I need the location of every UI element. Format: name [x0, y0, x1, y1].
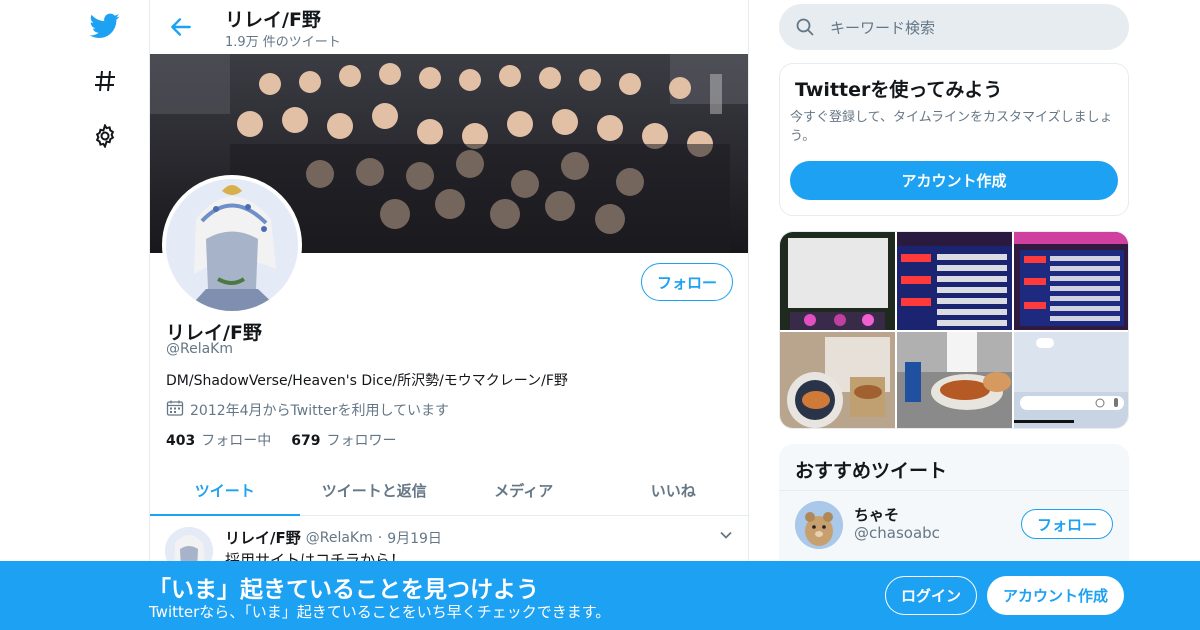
following-link[interactable]: 403 フォロー中 — [166, 430, 271, 450]
media-thumb[interactable] — [780, 232, 895, 330]
recommended-name[interactable]: ちゃそ — [854, 504, 899, 525]
chevron-down-icon[interactable] — [718, 527, 734, 543]
recommended-title: おすすめツイート — [795, 460, 948, 482]
profile-tabs: ツイート ツイートと返信 メディア いいね — [150, 466, 748, 516]
recommended-handle[interactable]: @chasoabc — [854, 524, 940, 542]
media-thumb[interactable] — [1014, 332, 1128, 428]
bottom-signup-bar: 「いま」起きていることを見つけよう Twitterなら、「いま」起きていることを… — [0, 561, 1200, 630]
tab-media[interactable]: メディア — [449, 466, 599, 515]
following-label: フォロー中 — [201, 433, 272, 449]
followers-link[interactable]: 679 フォロワー — [291, 430, 396, 450]
profile-avatar[interactable] — [162, 175, 302, 315]
signup-card: Twitterを使ってみよう 今すぐ登録して、タイムラインをカスタマイズしましょ… — [779, 63, 1129, 216]
followers-count: 679 — [291, 433, 321, 449]
followers-label: フォロワー — [326, 433, 397, 449]
calendar-icon — [166, 399, 184, 421]
recommended-avatar[interactable] — [795, 501, 843, 549]
tweet-author-handle[interactable]: @RelaKm — [306, 530, 373, 546]
back-arrow-icon[interactable] — [168, 14, 194, 40]
tab-tweets-replies[interactable]: ツイートと返信 — [300, 466, 450, 515]
profile-handle: @RelaKm — [166, 341, 233, 357]
tweet-dot: · — [377, 529, 383, 546]
search-box[interactable]: キーワード検索 — [779, 4, 1129, 50]
tab-tweets[interactable]: ツイート — [150, 466, 300, 516]
media-thumb[interactable] — [897, 332, 1012, 428]
tweet-header: リレイ/F野 @RelaKm · 9月19日 — [225, 527, 442, 548]
gear-icon[interactable] — [90, 121, 120, 151]
main-column: リレイ/F野 1.9万 件のツイート フォロー リレイ/F野 @RelaKm D… — [149, 0, 749, 630]
profile-bio: DM/ShadowVerse/Heaven's Dice/所沢勢/モウマクレーン… — [166, 373, 568, 389]
tab-likes[interactable]: いいね — [599, 466, 749, 515]
tweet-count: 1.9万 件のツイート — [225, 35, 341, 50]
joined-text: 2012年4月からTwitterを利用しています — [190, 403, 450, 419]
hashtag-icon[interactable] — [90, 66, 120, 96]
recommended-follow-button[interactable]: フォロー — [1021, 509, 1113, 539]
media-thumb[interactable] — [1014, 232, 1128, 330]
login-button[interactable]: ログイン — [885, 576, 977, 615]
signup-card-description: 今すぐ登録して、タイムラインをカスタマイズしましょう。 — [790, 110, 1113, 144]
create-account-button[interactable]: アカウント作成 — [790, 161, 1118, 200]
bottom-bar-title: 「いま」起きていることを見つけよう — [148, 577, 539, 603]
search-placeholder: キーワード検索 — [830, 19, 936, 37]
tweet-author-name[interactable]: リレイ/F野 — [225, 527, 301, 548]
header-title: リレイ/F野 — [225, 9, 321, 31]
media-thumb[interactable] — [897, 232, 1012, 330]
following-count: 403 — [166, 433, 196, 449]
media-thumb[interactable] — [780, 332, 895, 428]
twitter-bird-icon[interactable] — [90, 11, 120, 41]
media-grid — [779, 231, 1129, 429]
follow-button[interactable]: フォロー — [641, 263, 733, 301]
tweet-date[interactable]: 9月19日 — [387, 528, 442, 548]
signup-button[interactable]: アカウント作成 — [987, 576, 1124, 615]
profile-header: リレイ/F野 1.9万 件のツイート — [150, 0, 748, 54]
profile-joined: 2012年4月からTwitterを利用しています — [166, 399, 449, 421]
bottom-bar-subtitle: Twitterなら、「いま」起きていることをいち早くチェックできます。 — [149, 603, 611, 621]
profile-stats: 403 フォロー中 679 フォロワー — [166, 430, 396, 450]
divider — [779, 490, 1129, 491]
signup-card-title: Twitterを使ってみよう — [795, 79, 1003, 101]
search-icon — [795, 17, 815, 37]
